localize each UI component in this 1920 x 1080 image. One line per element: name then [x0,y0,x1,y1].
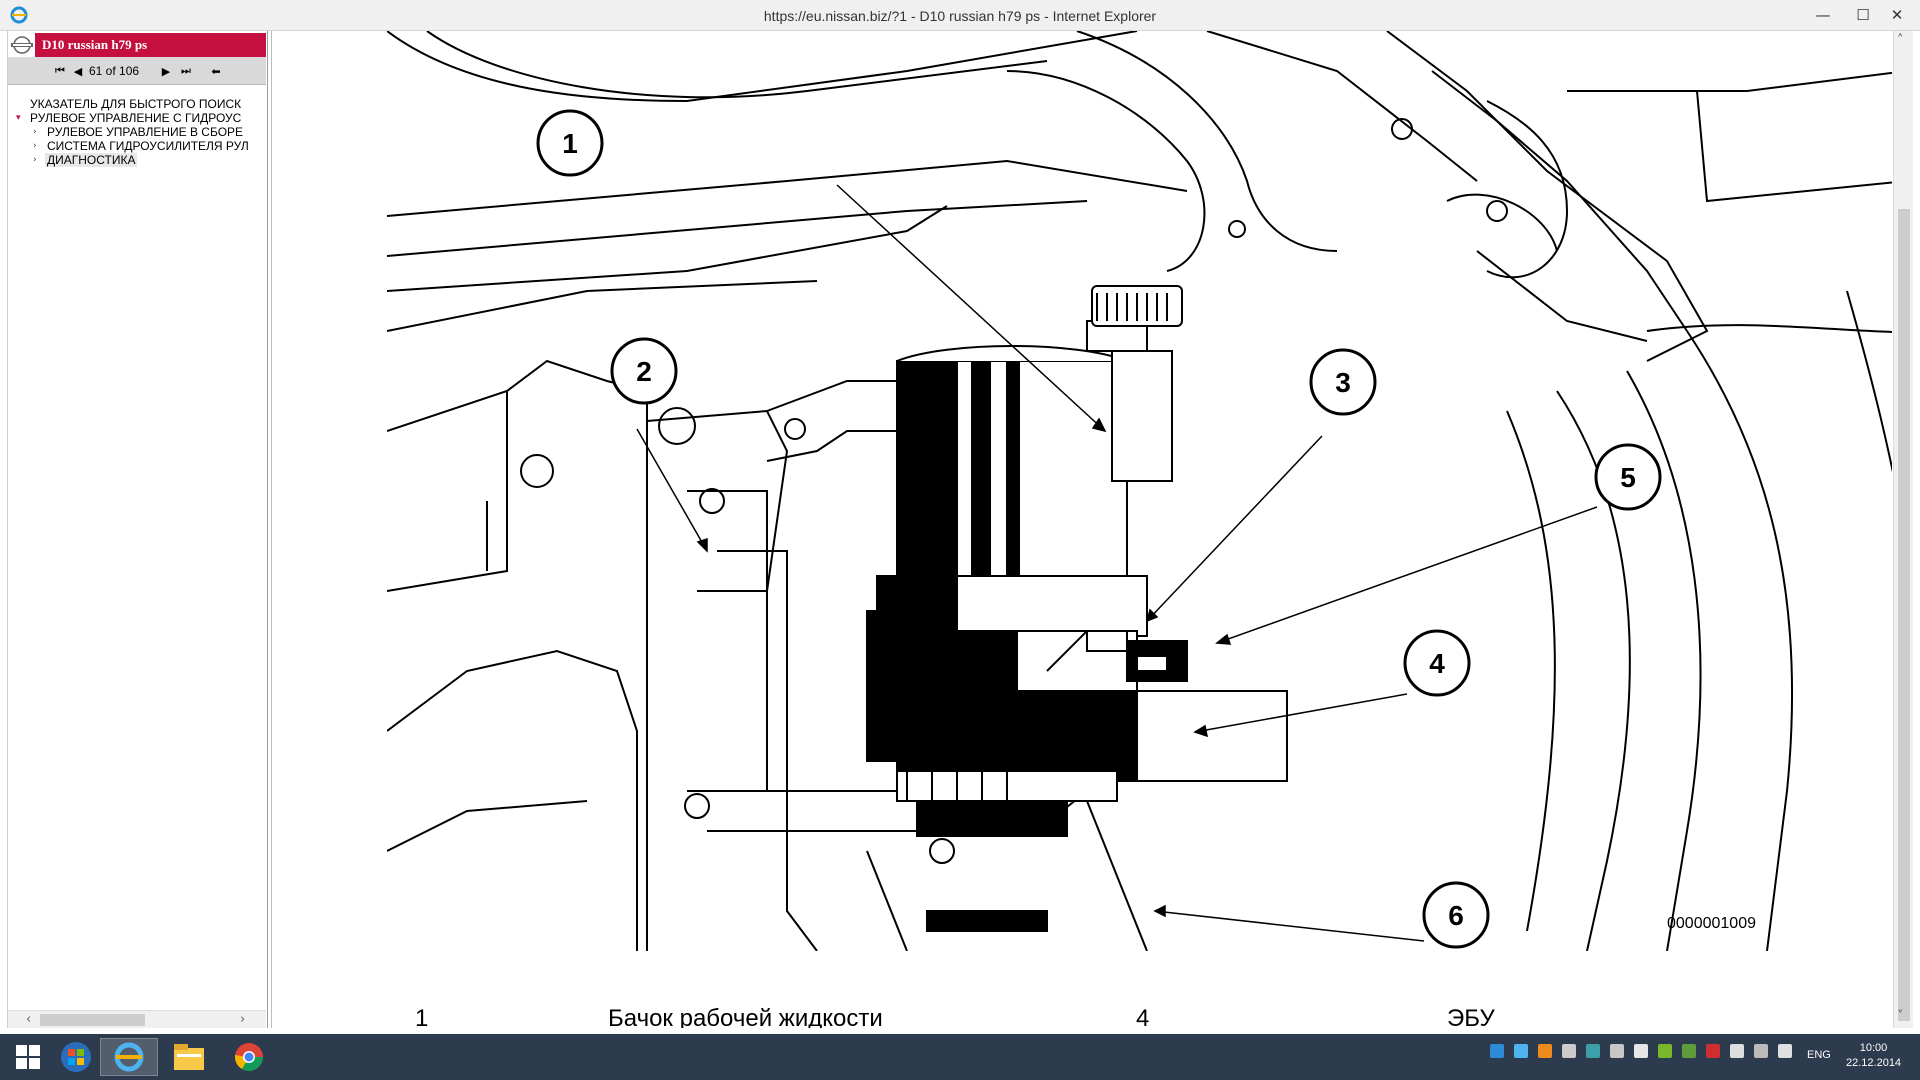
drawing-id: 0000001009 [1667,915,1756,932]
page-navigation: ⏮ ◀ 61 of 106 ▶ ⏭ ⬅ [8,57,266,85]
legend-text-1: Бачок рабочей жидкости [608,1005,883,1028]
left-navigation-pane: D10 russian h79 ps ⏮ ◀ 61 of 106 ▶ ⏭ ⬅ У… [7,31,268,1028]
left-horizontal-scrollbar[interactable]: ‹ › [8,1010,266,1028]
tray-wifi-icon[interactable] [1754,1044,1768,1058]
callout-label-6: 6 [1448,900,1464,931]
page-counter: 61 of 106 [89,64,140,78]
collapsed-caret-icon[interactable]: › [33,139,37,153]
window-title: https://eu.nissan.biz/?1 - D10 russian h… [763,8,1157,24]
taskbar-file-explorer-icon[interactable] [160,1038,218,1076]
tree-item[interactable]: ▾ РУЛЕВОЕ УПРАВЛЕНИЕ С ГИДРОУС [8,111,266,125]
callout-label-4: 4 [1429,648,1445,679]
tree-item-label: СИСТЕМА ГИДРОУСИЛИТЕЛЯ РУЛ [47,139,249,153]
tray-green-icon[interactable] [1682,1044,1696,1058]
document-content: 1 2 3 4 5 6 0000001009 1 Бачок рабочей ж… [271,31,1892,1028]
tray-app-icon[interactable] [1490,1044,1504,1058]
taskbar-internet-explorer-icon[interactable] [100,1038,158,1076]
callout-label-3: 3 [1335,367,1351,398]
scroll-down-icon[interactable]: ˅ [1897,1009,1904,1024]
language-indicator[interactable]: ENG [1807,1049,1831,1061]
next-page-button[interactable]: ▶ [156,61,176,81]
last-page-button[interactable]: ⏭ [176,61,196,81]
callout-label-5: 5 [1620,462,1636,493]
tree-item[interactable]: › СИСТЕМА ГИДРОУСИЛИТЕЛЯ РУЛ [8,139,266,153]
back-arrow-button[interactable]: ⬅ [206,61,226,81]
content-vertical-scrollbar[interactable]: ˄ ˅ [1893,31,1913,1028]
windows-taskbar: ENG 10:00 22.12.2014 [0,1034,1920,1080]
tray-volume-icon[interactable] [1778,1044,1792,1058]
clock-time: 10:00 [1859,1042,1888,1054]
tree-item[interactable]: УКАЗАТЕЛЬ ДЛЯ БЫСТРОГО ПОИСК [8,97,266,111]
tree-item[interactable]: › ДИАГНОСТИКА [8,153,266,167]
tray-nk-icon[interactable] [1634,1044,1648,1058]
callout-label-2: 2 [636,356,652,387]
tree-item-label: РУЛЕВОЕ УПРАВЛЕНИЕ В СБОРЕ [47,125,244,139]
tray-orange-icon[interactable] [1538,1044,1552,1058]
document-title: D10 russian h79 ps [42,37,148,52]
taskbar-windows7-icon[interactable] [48,1038,104,1076]
tree-item-label: РУЛЕВОЕ УПРАВЛЕНИЕ С ГИДРОУС [30,111,242,125]
tray-network-icon[interactable] [1610,1044,1624,1058]
tree-item-label: УКАЗАТЕЛЬ ДЛЯ БЫСТРОГО ПОИСК [30,97,242,111]
legend-text-4: ЭБУ [1447,1005,1495,1028]
previous-page-button[interactable]: ◀ [68,61,88,81]
nissan-logo-icon [8,33,35,57]
power-steering-diagram: 1 2 3 4 5 6 [387,31,1892,951]
vertical-scroll-thumb[interactable] [1898,209,1910,1021]
clock-date: 22.12.2014 [1846,1057,1902,1069]
tray-shield-icon[interactable] [1730,1044,1744,1058]
system-tray [1490,1044,1792,1058]
window-titlebar: https://eu.nissan.biz/?1 - D10 russian h… [0,0,1920,31]
expand-caret-icon[interactable]: ▾ [16,111,21,125]
close-button[interactable]: ✕ [1874,0,1920,30]
tree-item[interactable]: › РУЛЕВОЕ УПРАВЛЕНИЕ В СБОРЕ [8,125,266,139]
collapsed-caret-icon[interactable]: › [33,125,37,139]
scroll-right-icon[interactable]: › [240,1012,245,1027]
taskbar-chrome-icon[interactable] [220,1038,278,1076]
tray-monitor-icon[interactable] [1586,1044,1600,1058]
callout-label-1: 1 [562,128,578,159]
collapsed-caret-icon[interactable]: › [33,153,37,167]
tray-nvidia-icon[interactable] [1658,1044,1672,1058]
scroll-thumb[interactable] [40,1014,145,1026]
legend-number-1: 1 [415,1005,429,1028]
scroll-left-icon[interactable]: ‹ [26,1012,31,1027]
tree-item-label: ДИАГНОСТИКА [45,153,138,167]
contents-tree: УКАЗАТЕЛЬ ДЛЯ БЫСТРОГО ПОИСК ▾ РУЛЕВОЕ УПР… [8,97,266,167]
start-button[interactable] [8,1038,48,1076]
document-header: D10 russian h79 ps [8,33,266,57]
windows-logo-icon [16,1045,40,1069]
legend-number-4: 4 [1136,1005,1150,1028]
first-page-button[interactable]: ⏮ [50,61,70,81]
tray-ie-icon[interactable] [1514,1044,1528,1058]
tray-print-icon[interactable] [1562,1044,1576,1058]
scroll-up-icon[interactable]: ˄ [1897,33,1904,48]
tray-red-icon[interactable] [1706,1044,1720,1058]
taskbar-clock[interactable]: 10:00 22.12.2014 [1846,1041,1901,1071]
